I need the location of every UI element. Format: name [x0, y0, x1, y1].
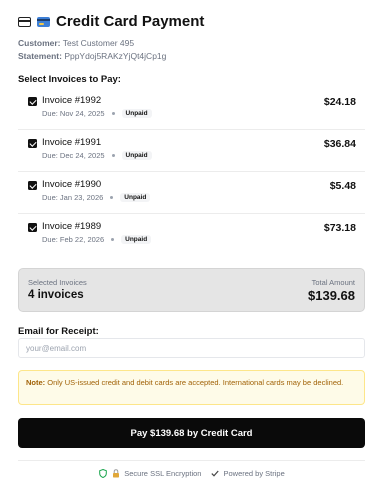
statement-info: Statement: PppYdoj5RAKzYjQt4jCp1g	[18, 51, 166, 61]
invoice-item[interactable]: Invoice #1991 Due: Dec 24, 2025 Unpaid $…	[18, 130, 365, 172]
invoice-checkbox[interactable]	[28, 181, 37, 190]
footer-divider	[18, 460, 365, 461]
invoice-checkbox[interactable]	[28, 223, 37, 232]
invoice-due-row: Due: Jan 23, 2026 Unpaid	[42, 193, 151, 202]
invoice-due: Due: Jan 23, 2026	[42, 193, 104, 202]
separator-dot-icon	[111, 238, 115, 241]
note-text: Only US-issued credit and debit cards ar…	[45, 378, 344, 387]
separator-dot-icon	[110, 196, 114, 199]
checkmark-icon	[211, 470, 220, 477]
separator-dot-icon	[111, 112, 115, 115]
invoice-title: Invoice #1991	[42, 137, 102, 148]
invoice-due: Due: Dec 24, 2025	[42, 151, 105, 160]
invoices-section-label: Select Invoices to Pay:	[18, 74, 121, 85]
page-header: Credit Card Payment	[18, 13, 204, 30]
invoice-due-row: Due: Feb 22, 2026 Unpaid	[42, 235, 152, 244]
email-input[interactable]	[18, 338, 365, 358]
total-amount-value: $139.68	[308, 288, 355, 303]
card-notice: Note: Only US-issued credit and debit ca…	[18, 370, 365, 405]
email-label: Email for Receipt:	[18, 326, 99, 337]
status-badge: Unpaid	[120, 193, 151, 202]
invoice-item[interactable]: Invoice #1992 Due: Nov 24, 2025 Unpaid $…	[18, 88, 365, 130]
invoice-item[interactable]: Invoice #1990 Due: Jan 23, 2026 Unpaid $…	[18, 172, 365, 214]
customer-label: Customer:	[18, 38, 61, 48]
status-badge: Unpaid	[121, 109, 152, 118]
page-title: Credit Card Payment	[56, 13, 205, 30]
shield-icon	[99, 469, 108, 478]
stripe-badge: Powered by Stripe	[211, 469, 285, 478]
invoice-due-row: Due: Nov 24, 2025 Unpaid	[42, 109, 152, 118]
invoice-checkbox[interactable]	[28, 97, 37, 106]
invoice-due-row: Due: Dec 24, 2025 Unpaid	[42, 151, 152, 160]
credit-card-emoji-icon	[37, 16, 50, 27]
customer-value: Test Customer 495	[62, 38, 135, 48]
invoice-title: Invoice #1989	[42, 221, 102, 232]
payment-summary: Selected Invoices 4 invoices Total Amoun…	[18, 268, 365, 312]
status-badge: Unpaid	[121, 235, 152, 244]
invoice-checkbox[interactable]	[28, 139, 37, 148]
selected-invoices-count: 4 invoices	[28, 289, 84, 301]
invoice-title: Invoice #1992	[42, 95, 102, 106]
invoice-amount: $24.18	[323, 96, 356, 108]
ssl-badge: Secure SSL Encryption	[99, 469, 201, 478]
lock-icon	[113, 469, 120, 478]
ssl-text: Secure SSL Encryption	[124, 469, 202, 478]
invoice-title: Invoice #1990	[42, 179, 102, 190]
invoice-item[interactable]: Invoice #1989 Due: Feb 22, 2026 Unpaid $…	[18, 214, 365, 256]
customer-info: Customer: Test Customer 495	[18, 38, 134, 48]
invoice-amount: $73.18	[323, 222, 356, 234]
credit-card-icon	[18, 16, 31, 27]
stripe-text: Powered by Stripe	[223, 469, 285, 478]
invoice-due: Due: Feb 22, 2026	[42, 235, 105, 244]
separator-dot-icon	[111, 154, 115, 157]
note-prefix: Note:	[26, 378, 46, 387]
pay-button[interactable]: Pay $139.68 by Credit Card	[18, 418, 365, 448]
invoice-due: Due: Nov 24, 2025	[42, 109, 105, 118]
statement-value: PppYdoj5RAKzYjQt4jCp1g	[64, 51, 167, 61]
status-badge: Unpaid	[121, 151, 152, 160]
invoice-list: Invoice #1992 Due: Nov 24, 2025 Unpaid $…	[18, 88, 365, 256]
statement-label: Statement:	[18, 51, 62, 61]
selected-invoices-label: Selected Invoices	[28, 278, 87, 287]
invoice-amount: $36.84	[323, 138, 356, 150]
total-amount-label: Total Amount	[311, 278, 355, 287]
invoice-amount: $5.48	[329, 180, 356, 192]
footer: Secure SSL Encryption Powered by Stripe	[0, 469, 384, 478]
